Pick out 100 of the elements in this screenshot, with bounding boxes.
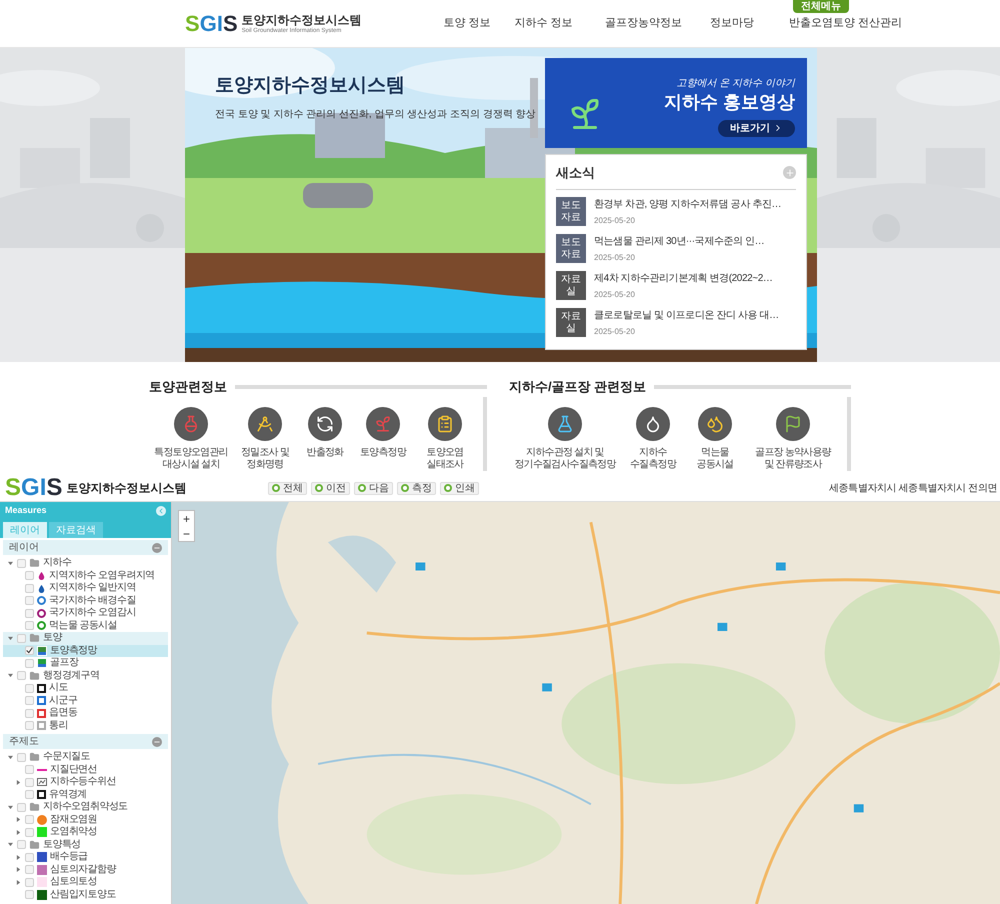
- layer-label: 먹는물 공동시설: [49, 620, 117, 631]
- clipboard-icon: [436, 414, 454, 432]
- site-title: 토양지하수정보시스템: [242, 13, 362, 28]
- info-link[interactable]: 정밀조사 및 정화명령: [233, 406, 297, 470]
- logo-letter: S: [185, 12, 200, 34]
- folder-icon: [29, 558, 40, 568]
- flag-icon: [784, 414, 802, 432]
- layer-row[interactable]: 심토의자갈함량: [3, 864, 168, 876]
- layer-row[interactable]: 지역지하수 일반지역: [3, 582, 168, 594]
- caret-icon[interactable]: [8, 804, 13, 810]
- nav-link[interactable]: 반출오염토양 전산관리: [788, 15, 902, 32]
- layer-row[interactable]: 수문지질도: [3, 751, 168, 764]
- collapse-button[interactable]: [152, 736, 162, 746]
- collapse-button[interactable]: [156, 506, 166, 516]
- folder-icon: [29, 670, 40, 681]
- caret-icon[interactable]: [16, 867, 21, 872]
- folder-icon: [29, 633, 40, 644]
- checkbox[interactable]: [25, 646, 34, 656]
- caret-icon[interactable]: [8, 842, 13, 848]
- tool-button[interactable]: 인쇄: [440, 482, 479, 494]
- info-link[interactable]: 특정토양오염관리 대상시설 설치: [149, 406, 233, 470]
- tool-button[interactable]: 다음: [354, 482, 393, 494]
- folder-icon: [29, 840, 40, 850]
- nav-link[interactable]: 골프장농약정보: [604, 15, 682, 32]
- info-link[interactable]: 지하수관정 설치 및 정기수질검사수질측정망: [509, 406, 621, 470]
- zoom-in-button[interactable]: +: [179, 511, 194, 526]
- layer-label: 시도: [49, 683, 68, 694]
- image-icon: [37, 777, 47, 788]
- layer-label: 통리: [49, 720, 68, 731]
- caret-icon[interactable]: [16, 854, 21, 860]
- layer-label: 행정경계구역: [43, 670, 100, 681]
- layer-label: 토양: [43, 633, 62, 644]
- layer-row[interactable]: 행정경계구역: [3, 670, 168, 682]
- folder-icon: [29, 802, 40, 812]
- layer-row[interactable]: 시도: [3, 682, 168, 694]
- section-heading: 토양관련정보: [149, 378, 227, 396]
- nav-link[interactable]: 토양 정보: [444, 15, 491, 32]
- layer-row[interactable]: 지질단면선: [3, 764, 168, 776]
- layer-row[interactable]: 토양측정망: [3, 644, 168, 657]
- layer-label: 배수등급: [50, 852, 88, 862]
- caret-icon[interactable]: [16, 817, 21, 822]
- layer-label: 지하수: [43, 558, 72, 568]
- logo-letter: I: [216, 12, 223, 34]
- caret-icon[interactable]: [16, 830, 21, 835]
- layer-row[interactable]: 토양특성: [3, 838, 168, 851]
- layer-label: 시군구: [49, 696, 78, 706]
- caret-icon[interactable]: [8, 754, 13, 760]
- collapse-button[interactable]: [152, 542, 162, 552]
- info-link[interactable]: 토양오염 실태조사: [413, 406, 477, 470]
- tool-button[interactable]: 이전: [311, 482, 350, 494]
- info-link[interactable]: 반출정화: [297, 406, 353, 470]
- layer-label: 토양측정망: [50, 646, 98, 656]
- caret-icon[interactable]: [8, 636, 13, 641]
- layer-row[interactable]: 토양: [3, 632, 168, 644]
- caret-icon[interactable]: [16, 780, 21, 785]
- flask-icon: [182, 414, 200, 432]
- layer-row[interactable]: 산림입지토양도: [3, 888, 168, 901]
- logo-letter: S: [46, 476, 62, 500]
- tool-button[interactable]: 전체: [268, 482, 307, 494]
- layer-row[interactable]: 먹는물 공동시설: [3, 620, 168, 632]
- logo-letter: I: [40, 476, 46, 500]
- layer-row[interactable]: 유역경계: [3, 788, 168, 801]
- layer-row[interactable]: 심토의토성: [3, 876, 168, 888]
- layer-label: 수문지질도: [43, 752, 90, 762]
- layer-row[interactable]: 통리: [3, 720, 168, 732]
- layer-row[interactable]: 지하수등수위선: [3, 776, 168, 788]
- caret-icon[interactable]: [16, 880, 21, 885]
- droplet-icon: [644, 414, 662, 432]
- info-link[interactable]: 지하수 수질측정망: [621, 406, 685, 470]
- refresh-icon: [316, 414, 334, 432]
- folder-icon: [29, 752, 40, 762]
- nav-link[interactable]: 지하수 정보: [514, 15, 573, 32]
- info-link[interactable]: 토양측정망: [353, 406, 413, 470]
- caret-icon[interactable]: [8, 560, 13, 566]
- tool-button[interactable]: 측정: [397, 482, 436, 494]
- layer-row[interactable]: 시군구: [3, 694, 168, 707]
- layer-row[interactable]: 읍면동: [3, 707, 168, 720]
- layer-label: 지역지하수 오염우려지역: [49, 570, 155, 581]
- logo-letter: S: [222, 12, 238, 34]
- droplets-icon: [706, 414, 724, 432]
- layer-row[interactable]: 지하수: [3, 557, 168, 570]
- layer-row[interactable]: 골프장: [3, 657, 168, 670]
- layer-row[interactable]: 오염취약성: [3, 826, 168, 838]
- layer-row[interactable]: 배수등급: [3, 851, 168, 864]
- layer-row[interactable]: 국가지하수 오염감시: [3, 607, 168, 620]
- caret-icon[interactable]: [8, 673, 13, 678]
- info-link[interactable]: 골프장 농약사용량 및 잔류량조사: [745, 406, 841, 470]
- layer-row[interactable]: 지역지하수 오염우려지역: [3, 570, 168, 582]
- logo-letter: S: [5, 476, 22, 500]
- info-link[interactable]: 먹는물 공동시설: [685, 406, 745, 470]
- layer-label: 잠재오염원: [50, 814, 98, 825]
- zoom-out-button[interactable]: −: [179, 526, 194, 541]
- layer-row[interactable]: 국가지하수 배경수질: [3, 594, 168, 607]
- nav-link[interactable]: 정보마당: [710, 15, 754, 32]
- layer-label: 산림입지토양도: [50, 890, 116, 900]
- layer-row[interactable]: 잠재오염원: [3, 814, 168, 826]
- layer-row[interactable]: 지하수오염취약성도: [3, 801, 168, 814]
- layer-label: 심토의자갈함량: [50, 864, 116, 875]
- layer-label: 국가지하수 배경수질: [49, 596, 136, 606]
- layer-label: 읍면동: [49, 708, 78, 718]
